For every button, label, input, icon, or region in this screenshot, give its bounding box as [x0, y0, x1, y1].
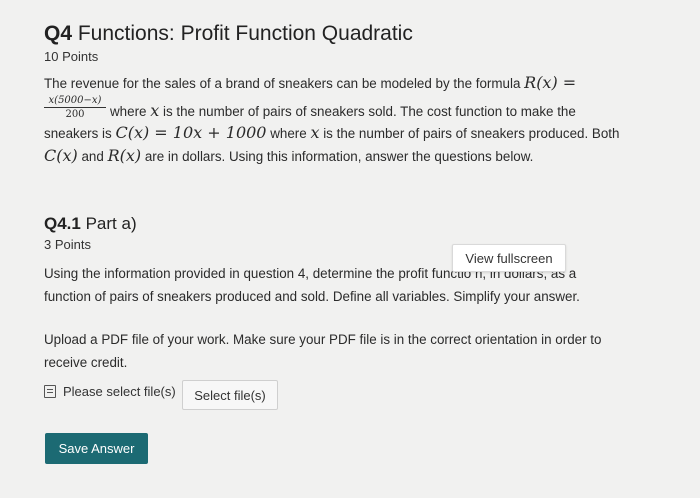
question-text: are in dollars. Using this information, …	[144, 149, 534, 164]
question-text: is the number of pairs of sneakers sold.…	[162, 104, 576, 119]
question-text: and	[81, 149, 104, 164]
question-text-line-2: where x is the number of pairs of sneake…	[110, 100, 576, 122]
file-select-row: Please select file(s)	[44, 384, 176, 399]
upload-instructions-line-2: receive credit.	[44, 355, 128, 370]
question-text-line-1: The revenue for the sales of a brand of …	[44, 72, 576, 94]
fraction-denominator: 200	[65, 109, 85, 120]
question-title: Q4 Functions: Profit Function Quadratic	[44, 22, 413, 46]
file-select-label: Please select file(s)	[63, 384, 176, 399]
question-text: The revenue for the sales of a brand of …	[44, 76, 521, 91]
save-answer-button[interactable]: Save Answer	[45, 433, 148, 464]
part-number: Q4.1	[44, 214, 81, 233]
question-text: is the number of pairs of sneakers produ…	[323, 126, 620, 141]
fraction-numerator: x(5000−x)	[44, 95, 106, 108]
question-text-line-3: sneakers is C(x) = 10x + 1000 where x is…	[44, 122, 619, 144]
upload-instructions-line-1: Upload a PDF file of your work. Make sur…	[44, 332, 602, 347]
question-number: Q4	[44, 22, 73, 45]
file-icon	[44, 385, 56, 398]
part-title: Q4.1 Part a)	[44, 214, 137, 234]
view-fullscreen-tooltip[interactable]: View fullscreen	[452, 244, 566, 272]
variable-x: x	[150, 101, 160, 120]
cost-function: C(x)	[44, 146, 78, 165]
part-points: 3 Points	[44, 237, 91, 252]
cost-formula: C(x) = 10x + 1000	[115, 123, 267, 142]
question-text: where	[270, 126, 307, 141]
question-text: sneakers is	[44, 126, 112, 141]
part-text-line-2: function of pairs of sneakers produced a…	[44, 289, 580, 304]
revenue-function: R(x)	[107, 146, 142, 165]
question-points: 10 Points	[44, 49, 99, 64]
question-text: where	[110, 104, 147, 119]
part-title-text: Part a)	[85, 214, 137, 233]
variable-x: x	[310, 123, 320, 142]
question-text-line-4: C(x) and R(x) are in dollars. Using this…	[44, 145, 533, 167]
revenue-lhs: R(x) =	[524, 73, 577, 92]
select-files-button[interactable]: Select file(s)	[182, 380, 278, 410]
question-title-text: Functions: Profit Function Quadratic	[77, 22, 413, 45]
revenue-fraction: x(5000−x) 200	[44, 95, 106, 120]
